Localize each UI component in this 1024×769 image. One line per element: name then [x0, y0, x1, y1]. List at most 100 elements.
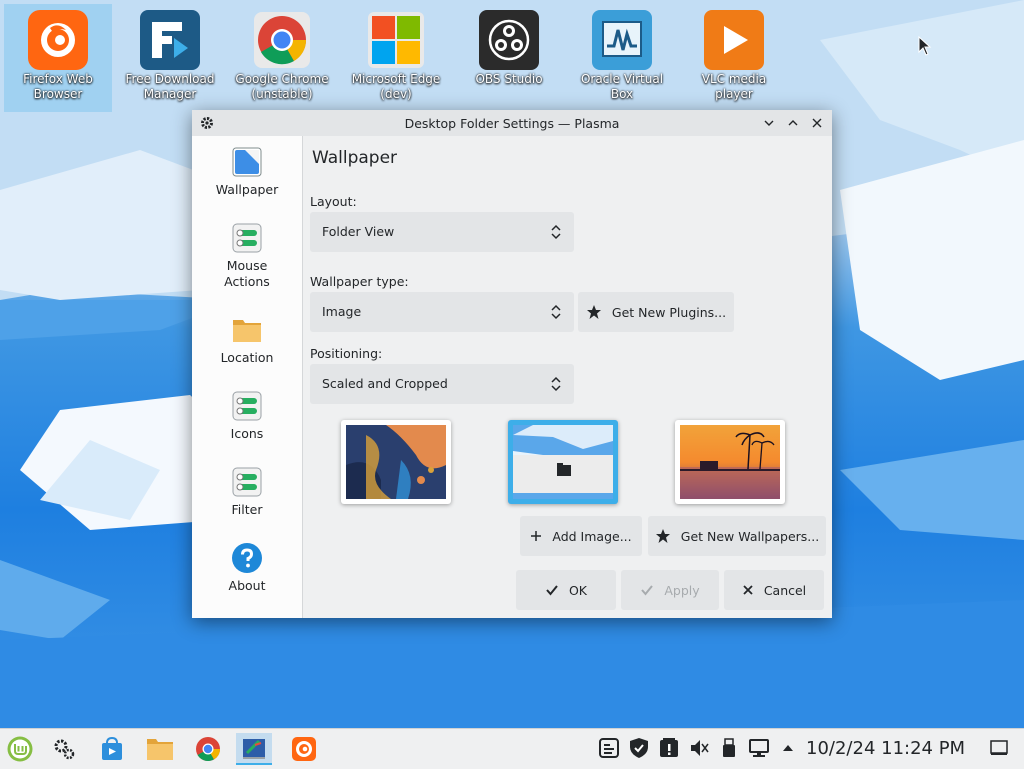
virtualbox-icon [592, 10, 652, 70]
help-icon [231, 542, 263, 574]
toggle-settings-icon [231, 466, 263, 498]
fdm-icon [140, 10, 200, 70]
usb-icon [723, 738, 735, 757]
close-icon [812, 118, 822, 128]
tray-security[interactable] [628, 737, 650, 759]
sidebar-item-label: Icons [230, 426, 264, 441]
taskbar-settings[interactable] [46, 733, 82, 765]
desktop-icon-vlc[interactable]: VLC media player [680, 4, 788, 112]
folder-icon [231, 314, 263, 346]
apply-button[interactable]: Apply [621, 570, 719, 610]
tray-usb[interactable] [718, 737, 740, 759]
wallpaper-preview-image [680, 425, 780, 499]
shield-icon [630, 738, 648, 758]
tray-expand[interactable] [777, 737, 799, 759]
page-title: Wallpaper [312, 148, 398, 168]
minimize-button[interactable] [760, 114, 778, 132]
tray-volume[interactable] [688, 737, 710, 759]
sidebar-item-label: Mouse Actions [224, 258, 270, 289]
get-new-wallpapers-button[interactable]: Get New Wallpapers... [648, 516, 826, 556]
add-image-label: Add Image... [552, 528, 632, 544]
sidebar-item-location[interactable]: Location [192, 304, 302, 380]
settings-sidebar: Wallpaper Mouse Actions Location Icons F… [192, 136, 303, 618]
wallpaper-type-select[interactable]: Image [310, 292, 574, 332]
desktop-icon-label: Oracle Virtual Box [580, 72, 664, 101]
toggle-settings-icon [231, 390, 263, 422]
firefox-icon [292, 737, 316, 761]
mute-icon [691, 740, 709, 756]
tray-clipboard[interactable] [598, 737, 620, 759]
sidebar-item-about[interactable]: About [192, 532, 302, 608]
clock[interactable]: 10/2/24 11:24 PM [806, 738, 965, 759]
desktop-icon-microsoft-edge[interactable]: Microsoft Edge (dev) [342, 4, 450, 112]
show-desktop-button[interactable] [988, 737, 1010, 759]
positioning-select[interactable]: Scaled and Cropped [310, 364, 574, 404]
sidebar-item-filter[interactable]: Filter [192, 456, 302, 532]
wallpaper-thumbnail[interactable] [341, 420, 451, 504]
sidebar-item-label: Wallpaper [215, 182, 279, 197]
chrome-icon [196, 737, 220, 762]
mouse-cursor-icon [918, 36, 932, 56]
desktop-icon-obs-studio[interactable]: OBS Studio [455, 4, 563, 112]
check-icon [546, 585, 558, 596]
show-desktop-icon [990, 740, 1008, 755]
vlc-icon [704, 10, 764, 70]
taskbar-firefox[interactable] [286, 733, 322, 765]
updown-arrow-icon [551, 376, 561, 392]
desktop-icon-label: OBS Studio [475, 72, 543, 86]
taskbar-chrome[interactable] [190, 733, 226, 765]
tray-network[interactable] [748, 737, 770, 759]
get-new-plugins-button[interactable]: Get New Plugins... [578, 292, 734, 332]
get-new-plugins-label: Get New Plugins... [611, 304, 727, 320]
desktop-icon-firefox[interactable]: Firefox Web Browser [4, 4, 112, 112]
updown-arrow-icon [551, 304, 561, 320]
store-icon [102, 736, 122, 760]
wallpaper-icon [231, 146, 263, 178]
desktop-icon-label: Microsoft Edge (dev) [351, 72, 441, 101]
paint-icon [243, 739, 265, 759]
taskbar-files[interactable] [142, 733, 178, 765]
wallpaper-type-select-value: Image [322, 304, 362, 319]
updown-arrow-icon [551, 224, 561, 240]
maximize-button[interactable] [784, 114, 802, 132]
layout-select-value: Folder View [322, 224, 395, 239]
toggle-settings-icon [231, 222, 263, 254]
wallpaper-thumbnail-selected[interactable] [508, 420, 618, 504]
obs-icon [479, 10, 539, 70]
desktop-icon-label: Free Download Manager [125, 72, 215, 101]
close-icon [743, 585, 753, 595]
wallpaper-preview-image [513, 425, 613, 499]
files-icon [147, 739, 173, 760]
star-icon [655, 529, 670, 543]
edge-icon [366, 10, 426, 70]
close-button[interactable] [808, 114, 826, 132]
tray-updates[interactable] [658, 737, 680, 759]
wallpaper-thumbnail[interactable] [675, 420, 785, 504]
apply-label: Apply [664, 582, 700, 598]
chevron-down-icon [764, 120, 774, 126]
desktop-folder-settings-dialog: Desktop Folder Settings — Plasma Wallpap… [192, 110, 832, 618]
chrome-icon [252, 10, 312, 70]
firefox-icon [28, 10, 88, 70]
taskbar-software-store[interactable] [94, 733, 130, 765]
sidebar-item-label: Location [220, 350, 274, 365]
cancel-label: Cancel [763, 582, 807, 598]
title-bar[interactable]: Desktop Folder Settings — Plasma [192, 110, 832, 136]
cancel-button[interactable]: Cancel [724, 570, 824, 610]
sidebar-item-mouse-actions[interactable]: Mouse Actions [192, 212, 302, 289]
sidebar-item-wallpaper[interactable]: Wallpaper [192, 136, 302, 212]
add-image-button[interactable]: Add Image... [520, 516, 642, 556]
ok-button[interactable]: OK [516, 570, 616, 610]
desktop-icon-free-download-manager[interactable]: Free Download Manager [116, 4, 224, 112]
desktop-icon-oracle-virtualbox[interactable]: Oracle Virtual Box [568, 4, 676, 112]
application-menu-button[interactable] [2, 733, 38, 765]
desktop-icon-label: Firefox Web Browser [23, 72, 93, 101]
desktop-icon-google-chrome[interactable]: Google Chrome (unstable) [228, 4, 336, 112]
layout-select[interactable]: Folder View [310, 212, 574, 252]
expand-arrow-icon [783, 745, 793, 751]
chevron-up-icon [788, 120, 798, 126]
wallpaper-settings-panel: Wallpaper Layout: Folder View Wallpaper … [303, 136, 832, 618]
sidebar-item-icons[interactable]: Icons [192, 380, 302, 456]
taskbar-paint-active[interactable] [236, 733, 272, 765]
ok-label: OK [568, 582, 588, 598]
